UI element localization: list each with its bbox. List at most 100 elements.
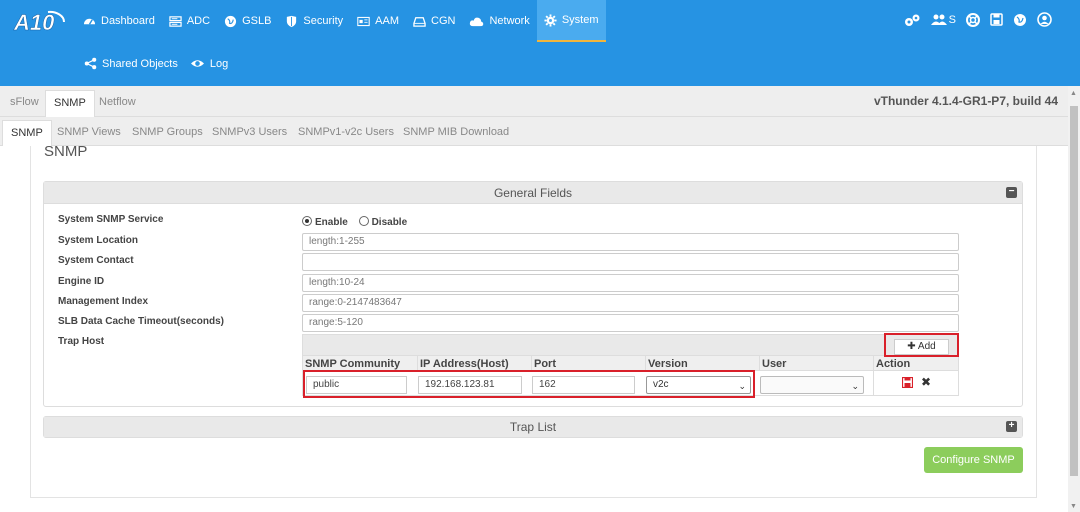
enable-label: Enable: [315, 217, 348, 228]
id-card-icon: [357, 16, 370, 26]
nav-adc[interactable]: ADC: [162, 0, 217, 42]
user-badge: S: [948, 13, 956, 26]
scrollbar-thumb[interactable]: [1070, 106, 1078, 476]
help-icon[interactable]: [966, 12, 980, 27]
enable-radio[interactable]: Enable: [302, 216, 348, 228]
users-icon: [930, 14, 947, 25]
drive-icon: [413, 16, 426, 27]
sub-nav: Shared Objects Log: [84, 57, 228, 70]
snmp-subtabs: SNMP SNMP Views SNMP Groups SNMPv3 Users…: [0, 117, 1068, 146]
nav-aam[interactable]: AAM: [350, 0, 406, 42]
trap-toolbar: ✚ Add: [303, 335, 958, 355]
disable-label: Disable: [371, 217, 408, 228]
cogs-icon[interactable]: [903, 13, 921, 27]
svg-text:A10: A10: [13, 10, 55, 35]
tab-snmpv3-users[interactable]: SNMPv3 Users: [204, 120, 295, 146]
slb-timeout-input[interactable]: range:5-120: [302, 314, 959, 332]
nav-gslb[interactable]: GSLB: [217, 0, 278, 42]
add-highlight-box: [884, 333, 959, 357]
tab-netflow[interactable]: Netflow: [91, 90, 144, 117]
tab-snmp[interactable]: SNMP: [45, 90, 95, 117]
general-fields-header[interactable]: General Fields −: [44, 182, 1022, 204]
header-utilities: S: [903, 12, 1052, 27]
engine-id-input[interactable]: length:10-24: [302, 274, 959, 292]
nav-label: Network: [489, 15, 530, 27]
contact-label: System Contact: [58, 255, 134, 266]
users-menu[interactable]: S: [930, 13, 956, 27]
configure-snmp-button[interactable]: Configure SNMP: [924, 447, 1023, 473]
tab-sflow[interactable]: sFlow: [2, 90, 47, 117]
trap-list-header[interactable]: Trap List +: [44, 417, 1022, 437]
page-title: SNMP: [44, 143, 88, 160]
location-input[interactable]: length:1-255: [302, 233, 959, 251]
globe-icon: [224, 15, 237, 27]
globe-icon[interactable]: [1013, 13, 1027, 27]
shield-icon: [287, 15, 297, 27]
row-highlight-box: [303, 370, 755, 398]
nav-label: GSLB: [242, 15, 272, 27]
scroll-down-arrow-icon[interactable]: ▼: [1070, 503, 1077, 510]
subnav-shared-objects[interactable]: Shared Objects: [84, 57, 178, 70]
top-navbar: A10 Dashboard ADC GSLB Security AAM CGN: [0, 0, 1080, 86]
share-icon: [84, 57, 97, 70]
server-icon: [169, 15, 182, 27]
tab-snmp-mib-download[interactable]: SNMP MIB Download: [395, 120, 517, 146]
gear-icon: [544, 13, 557, 27]
chevron-down-icon: ⌄: [851, 381, 859, 391]
col-user: User: [759, 356, 786, 371]
page-scrollbar[interactable]: ▲ ▼: [1068, 86, 1080, 512]
radio-unselected-icon: [358, 216, 369, 226]
disable-radio[interactable]: Disable: [358, 216, 408, 228]
eye-icon: [190, 60, 204, 67]
nav-label: ADC: [186, 15, 211, 27]
mgmt-index-input[interactable]: range:0-2147483647: [302, 294, 959, 312]
nav-label: System: [561, 14, 599, 26]
collapse-minus-icon[interactable]: −: [1006, 187, 1017, 198]
main-nav: Dashboard ADC GSLB Security AAM CGN Netw…: [76, 0, 606, 42]
save-icon[interactable]: [990, 13, 1003, 26]
action-cell: ✖: [873, 371, 958, 396]
nav-security[interactable]: Security: [278, 0, 350, 42]
trap-table-header: SNMP Community IP Address(Host) Port Ver…: [303, 355, 958, 371]
col-port: Port: [531, 356, 556, 371]
nav-label: Dashboard: [101, 15, 155, 27]
col-action: Action: [873, 356, 910, 371]
nav-label: CGN: [431, 15, 456, 27]
radio-selected-icon: [302, 216, 312, 226]
col-version: Version: [645, 356, 688, 371]
col-ip-address: IP Address(Host): [417, 356, 509, 371]
scroll-up-arrow-icon[interactable]: ▲: [1070, 90, 1077, 97]
tab-snmp-groups[interactable]: SNMP Groups: [124, 120, 211, 146]
slb-timeout-label: SLB Data Cache Timeout(seconds): [58, 316, 224, 327]
engine-id-label: Engine ID: [58, 276, 105, 287]
nav-network[interactable]: Network: [462, 0, 536, 42]
nav-label: AAM: [375, 15, 400, 27]
protocol-tabs: sFlow SNMP Netflow vThunder 4.1.4-GR1-P7…: [0, 86, 1068, 117]
trap-list-section: Trap List +: [43, 416, 1023, 438]
section-title: General Fields: [493, 186, 573, 200]
dashboard-icon: [83, 18, 96, 25]
nav-system[interactable]: System: [536, 0, 606, 42]
nav-label: Security: [303, 15, 344, 27]
section-title: Trap List: [509, 420, 557, 434]
expand-plus-icon[interactable]: +: [1006, 421, 1017, 432]
delete-row-icon[interactable]: ✖: [921, 375, 931, 389]
snmp-service-label: System SNMP Service: [58, 214, 164, 225]
mgmt-index-label: Management Index: [58, 296, 149, 307]
user-profile-icon[interactable]: [1037, 12, 1052, 27]
subnav-label: Shared Objects: [102, 57, 178, 70]
nav-dashboard[interactable]: Dashboard: [76, 0, 162, 42]
location-label: System Location: [58, 235, 139, 246]
subnav-label: Log: [209, 57, 229, 70]
nav-cgn[interactable]: CGN: [406, 0, 462, 42]
subnav-log[interactable]: Log: [190, 57, 228, 70]
cloud-icon: [470, 17, 484, 26]
col-snmp-community: SNMP Community: [305, 358, 401, 370]
contact-input[interactable]: [302, 253, 959, 271]
tab-snmpv1-v2c-users[interactable]: SNMPv1-v2c Users: [290, 120, 402, 146]
trap-host-label: Trap Host: [58, 336, 105, 347]
snmp-service-radios: Enable Disable: [302, 216, 407, 228]
save-row-icon[interactable]: [902, 377, 913, 388]
a10-logo[interactable]: A10: [12, 8, 68, 36]
user-select[interactable]: ⌄: [760, 376, 864, 394]
